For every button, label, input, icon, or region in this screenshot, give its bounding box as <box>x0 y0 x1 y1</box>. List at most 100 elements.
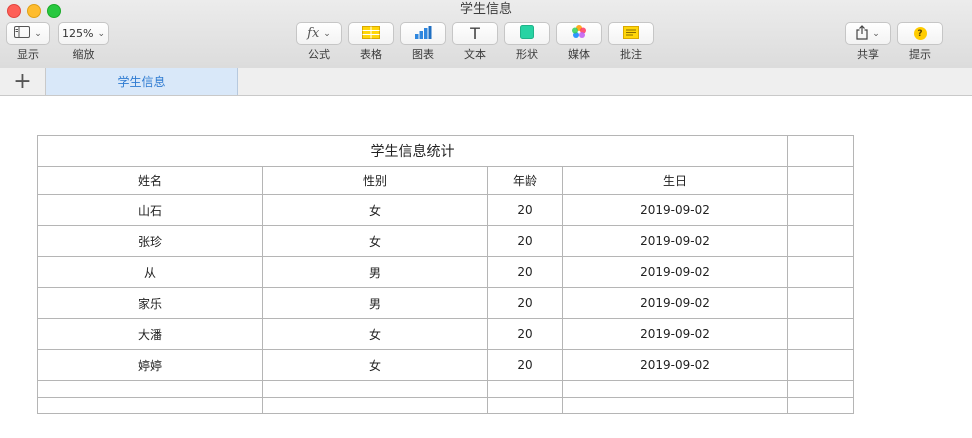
help-icon: ? <box>913 27 927 40</box>
cell-name[interactable]: 婷婷 <box>37 349 263 381</box>
cell-birthday[interactable]: 2019-09-02 <box>562 256 788 288</box>
zoom-select[interactable]: 125% ⌄ <box>58 22 109 45</box>
chevron-down-icon: ⌄ <box>97 28 105 39</box>
table-cell[interactable] <box>787 166 854 195</box>
cell-age[interactable]: 20 <box>487 225 563 257</box>
cell-name[interactable]: 从 <box>37 256 263 288</box>
cell-name[interactable]: 大潘 <box>37 318 263 350</box>
table-title[interactable]: 学生信息统计 <box>37 135 788 167</box>
insert-media-button[interactable] <box>556 22 602 45</box>
table-row: 婷婷 女 20 2019-09-02 <box>37 349 854 381</box>
cell-gender[interactable]: 女 <box>262 318 488 350</box>
table-cell[interactable] <box>562 397 788 414</box>
cell-name[interactable]: 家乐 <box>37 287 263 319</box>
view-label: 显示 <box>17 48 39 61</box>
cell-age[interactable]: 20 <box>487 256 563 288</box>
table-row: 山石 女 20 2019-09-02 <box>37 194 854 226</box>
table-cell[interactable] <box>787 225 854 257</box>
insert-table-button[interactable] <box>348 22 394 45</box>
header-birthday[interactable]: 生日 <box>562 166 788 195</box>
formula-label: 公式 <box>308 48 330 61</box>
table-row: 家乐 男 20 2019-09-02 <box>37 287 854 319</box>
text-icon: T <box>470 24 480 43</box>
insert-chart-button[interactable] <box>400 22 446 45</box>
text-tool: T 文本 <box>452 22 498 61</box>
chevron-down-icon: ⌄ <box>34 28 42 39</box>
tips-button[interactable]: ? <box>897 22 943 45</box>
table-cell[interactable] <box>787 256 854 288</box>
cell-age[interactable]: 20 <box>487 287 563 319</box>
cell-gender[interactable]: 男 <box>262 287 488 319</box>
table-tool: 表格 <box>348 22 394 61</box>
insert-comment-button[interactable] <box>608 22 654 45</box>
shape-label: 形状 <box>516 48 538 61</box>
sheet-tab-bar: + 学生信息 <box>0 68 972 96</box>
table-icon <box>362 25 380 42</box>
cell-age[interactable]: 20 <box>487 194 563 226</box>
chevron-down-icon: ⌄ <box>872 28 880 39</box>
table-cell[interactable] <box>787 135 854 167</box>
zoom-value: 125% <box>62 27 94 40</box>
cell-age[interactable]: 20 <box>487 349 563 381</box>
header-age[interactable]: 年龄 <box>487 166 563 195</box>
share-tool: ⌄ 共享 <box>845 22 891 61</box>
cell-gender[interactable]: 男 <box>262 256 488 288</box>
formula-tool: fx ⌄ 公式 <box>296 22 342 61</box>
table-cell[interactable] <box>262 380 488 398</box>
tab-student-info[interactable]: 学生信息 <box>46 68 238 95</box>
comment-label: 批注 <box>620 48 642 61</box>
cell-birthday[interactable]: 2019-09-02 <box>562 349 788 381</box>
shape-tool: 形状 <box>504 22 550 61</box>
table-row: 张珍 女 20 2019-09-02 <box>37 225 854 257</box>
share-button[interactable]: ⌄ <box>845 22 891 45</box>
add-sheet-button[interactable]: + <box>0 68 46 95</box>
chevron-down-icon: ⌄ <box>323 28 331 39</box>
share-label: 共享 <box>857 48 879 61</box>
view-button[interactable]: ⌄ <box>6 22 50 45</box>
formula-button[interactable]: fx ⌄ <box>296 22 342 45</box>
chart-label: 图表 <box>412 48 434 61</box>
comment-icon <box>623 25 639 42</box>
table-cell[interactable] <box>787 349 854 381</box>
table-cell[interactable] <box>787 194 854 226</box>
table-cell[interactable] <box>487 380 563 398</box>
table-cell[interactable] <box>487 397 563 414</box>
header-name[interactable]: 姓名 <box>37 166 263 195</box>
cell-name[interactable]: 山石 <box>37 194 263 226</box>
text-label: 文本 <box>464 48 486 61</box>
cell-gender[interactable]: 女 <box>262 225 488 257</box>
numbers-window: 学生信息 ⌄ 显示 125% ⌄ 缩放 fx ⌄ 公式 表格 图表 T 文本 形… <box>0 0 972 438</box>
table-cell[interactable] <box>787 380 854 398</box>
window-title: 学生信息 <box>459 2 512 17</box>
bar-chart-icon <box>414 25 432 42</box>
cell-birthday[interactable]: 2019-09-02 <box>562 194 788 226</box>
tips-tool: ? 提示 <box>897 22 943 61</box>
cell-gender[interactable]: 女 <box>262 194 488 226</box>
table-row: 从 男 20 2019-09-02 <box>37 256 854 288</box>
chart-tool: 图表 <box>400 22 446 61</box>
table-cell[interactable] <box>787 318 854 350</box>
cell-birthday[interactable]: 2019-09-02 <box>562 318 788 350</box>
sidebar-icon <box>14 26 31 41</box>
cell-age[interactable]: 20 <box>487 318 563 350</box>
table-row: 大潘 女 20 2019-09-02 <box>37 318 854 350</box>
table-cell[interactable] <box>787 287 854 319</box>
table-cell[interactable] <box>787 397 854 414</box>
cell-gender[interactable]: 女 <box>262 349 488 381</box>
insert-shape-button[interactable] <box>504 22 550 45</box>
empty-row <box>37 380 854 398</box>
table-cell[interactable] <box>37 397 263 414</box>
table-label: 表格 <box>360 48 382 61</box>
cell-birthday[interactable]: 2019-09-02 <box>562 225 788 257</box>
student-table: 学生信息统计 姓名 性别 年龄 生日 山石 女 20 2019-09-02 张珍… <box>37 135 854 414</box>
empty-row <box>37 397 854 414</box>
table-cell[interactable] <box>262 397 488 414</box>
photos-icon <box>571 24 587 43</box>
table-header-row: 姓名 性别 年龄 生日 <box>37 166 854 195</box>
header-gender[interactable]: 性别 <box>262 166 488 195</box>
insert-text-button[interactable]: T <box>452 22 498 45</box>
cell-birthday[interactable]: 2019-09-02 <box>562 287 788 319</box>
table-cell[interactable] <box>562 380 788 398</box>
table-cell[interactable] <box>37 380 263 398</box>
cell-name[interactable]: 张珍 <box>37 225 263 257</box>
